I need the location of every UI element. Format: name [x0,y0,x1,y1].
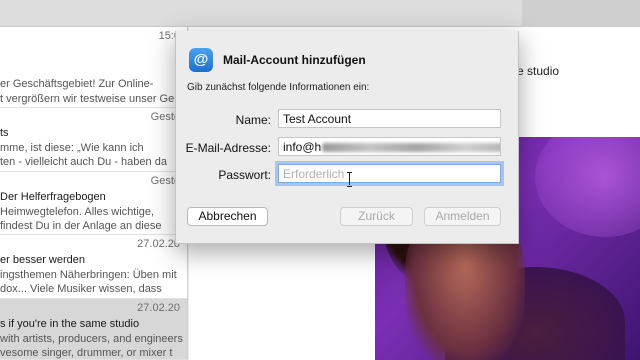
name-field-value: Test Account [283,112,352,126]
message-date: 27.02.20 [137,238,180,250]
email-label: E-Mail-Adresse: [185,141,271,155]
message-subject-header: e studio [517,64,560,78]
back-button[interactable]: Zurück [340,207,413,226]
name-field[interactable]: Test Account [278,109,501,128]
email-field-value: info@h [283,140,322,154]
message-preview: findest Du in der Anlage an diese [0,220,162,232]
message-preview: t vergrößern wir testweise unser Ge [0,93,175,105]
dialog-title: Mail-Account hinzufügen [223,53,366,67]
message-date: 27.02.20 [137,302,180,314]
password-placeholder: Erforderlich [283,167,345,181]
message-preview: Heimwegtelefon. Alles wichtige, [0,206,155,218]
email-redacted-blur [322,143,500,153]
signin-button[interactable]: Anmelden [424,207,501,226]
name-label: Name: [235,113,271,127]
hero-light-glow [535,137,640,237]
dialog-intro-text: Gib zunächst folgende Informationen ein: [187,82,370,93]
message-preview: with artists, producers, and engineers [0,333,183,345]
message-subject: Der Helferfragebogen [0,191,106,203]
message-list-item[interactable]: 27.02.20 er besser werden ingsthemen Näh… [0,235,187,299]
text-cursor-icon [347,172,353,187]
password-field[interactable]: Erforderlich [278,164,501,183]
message-preview: dox... Viele Musiker wissen, dass [0,283,162,295]
message-subject: s if you're in the same studio [0,318,140,330]
message-list-item[interactable]: 27.02.20 s if you're in the same studio … [0,299,187,360]
message-list[interactable]: 15:0 er Geschäftsgebiet! Zur Online- t v… [0,27,188,360]
mail-at-icon: @ [189,48,213,72]
toolbar-right-area [522,0,640,27]
message-preview: vesome singer, drummer, or mixer t [0,347,173,359]
message-subject: ts [0,127,9,139]
message-subject: er besser werden [0,254,85,266]
password-label: Passwort: [218,168,271,182]
window-toolbar [0,0,640,27]
message-preview: ten - vielleicht auch Du - haben da [0,156,167,168]
message-preview: ingsthemen Näherbringen: Üben mit [0,269,177,281]
add-mail-account-dialog: @ Mail-Account hinzufügen Gib zunächst f… [175,31,519,244]
message-preview: er Geschäftsgebiet! Zur Online- [0,78,154,90]
cancel-button[interactable]: Abbrechen [187,207,268,226]
message-list-item[interactable]: Geste ts mme, ist diese: „Wie kann ich t… [0,108,187,172]
message-list-item[interactable]: 15:0 er Geschäftsgebiet! Zur Online- t v… [0,27,187,108]
message-preview: mme, ist diese: „Wie kann ich [0,142,144,154]
message-list-item[interactable]: Geste Der Helferfragebogen Heimwegtelefo… [0,172,187,235]
email-field[interactable]: info@h [278,137,501,156]
